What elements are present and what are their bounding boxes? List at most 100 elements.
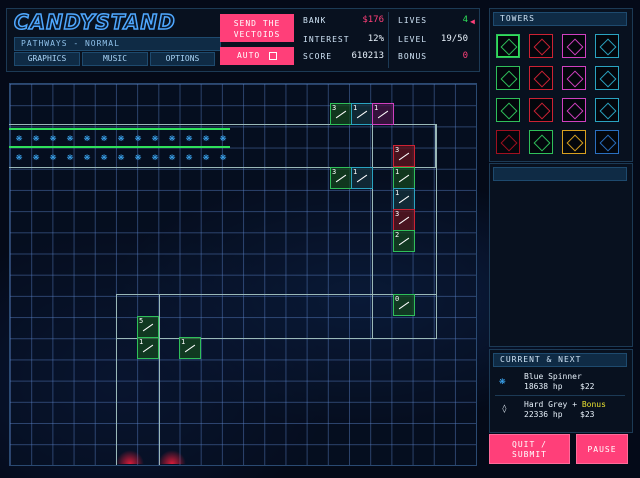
bank-value: $176 <box>362 15 384 25</box>
tower-barrel-icon <box>398 237 410 246</box>
cyan-splat-icon <box>599 134 617 152</box>
red-splash-icon <box>533 38 551 56</box>
tower-level-label: 0 <box>395 295 400 303</box>
cyan-disc-icon <box>599 38 617 56</box>
level-value: 19/50 <box>440 34 468 44</box>
bank-label: BANK <box>303 16 327 25</box>
current-enemy-hp: 18638 hp <box>524 382 563 391</box>
placed-tower-red[interactable]: 3 <box>393 145 415 167</box>
tower-level-label: 1 <box>139 338 144 346</box>
graphics-button[interactable]: GRAPHICS <box>14 52 80 66</box>
tower-level-label: 1 <box>395 168 400 176</box>
blue-spinner-enemy: ❋ <box>49 150 57 163</box>
placed-tower-magenta[interactable]: 1 <box>372 103 394 125</box>
quit-submit-button[interactable]: QUIT / SUBMIT <box>489 434 570 464</box>
placed-tower-green[interactable]: 5 <box>137 316 159 338</box>
lives-heart-icon: ◀ <box>470 17 475 26</box>
green-shot-icon <box>500 102 518 120</box>
tower-barrel-icon <box>356 110 368 119</box>
magenta-dart-icon <box>566 70 584 88</box>
score-value: 610213 <box>351 51 384 61</box>
tower-green-shot[interactable] <box>496 98 520 122</box>
placed-tower-green[interactable]: 0 <box>393 294 415 316</box>
tower-magenta-dart[interactable] <box>562 66 586 90</box>
tower-level-label: 1 <box>353 168 358 176</box>
tower-magenta-bars[interactable] <box>562 98 586 122</box>
blue-spinner-enemy: ❋ <box>83 150 91 163</box>
tower-barrel-icon <box>398 152 410 161</box>
quit-label: QUIT / <box>512 440 547 449</box>
send-vectoids-button[interactable]: SEND THE VECTOIDS <box>220 14 294 42</box>
blue-spinner-enemy: ❋ <box>100 150 108 163</box>
tower-green-laser[interactable] <box>496 34 520 58</box>
blue-spinner-enemy: ❋ <box>32 150 40 163</box>
blue-spinner-enemy: ❋ <box>168 131 176 144</box>
pause-button[interactable]: PAUSE <box>576 434 628 464</box>
next-enemy-hp: 22336 hp <box>524 410 563 419</box>
red-blob-icon <box>500 134 518 152</box>
tower-cyan-splat[interactable] <box>595 130 619 154</box>
tower-barrel-icon <box>398 174 410 183</box>
blue-spinner-enemy: ❋ <box>151 150 159 163</box>
tower-red-dart[interactable] <box>529 66 553 90</box>
candystand-logo[interactable]: CANDYSTAND <box>13 9 214 35</box>
blue-spinner-icon: ❋ <box>499 374 506 387</box>
placed-tower-green[interactable]: 3 <box>330 167 352 189</box>
tower-green-star[interactable] <box>529 130 553 154</box>
interest-value: 12% <box>367 34 384 44</box>
blue-spinner-enemy: ❋ <box>83 131 91 144</box>
next-enemy-reward: $23 <box>580 410 595 419</box>
lives-value: 4 <box>462 15 468 25</box>
tower-cyan-orb[interactable] <box>595 98 619 122</box>
tower-barrel-icon <box>356 174 368 183</box>
tower-magenta-beam[interactable] <box>562 34 586 58</box>
blue-spinner-enemy: ❋ <box>202 131 210 144</box>
music-button[interactable]: MUSIC <box>82 52 148 66</box>
current-enemy-name: Blue Spinner <box>524 372 582 381</box>
placed-tower-red[interactable]: 3 <box>393 209 415 231</box>
tower-info-title <box>493 167 627 181</box>
green-star-icon <box>533 134 551 152</box>
placed-tower-cyan[interactable]: 1 <box>351 167 373 189</box>
tower-level-label: 3 <box>332 104 337 112</box>
tower-cyan-disc[interactable] <box>595 34 619 58</box>
placed-tower-cyan[interactable]: 1 <box>351 103 373 125</box>
blue-spinner-enemy: ❋ <box>219 150 227 163</box>
gold-dollar-icon <box>566 134 584 152</box>
placed-tower-green[interactable]: 3 <box>330 103 352 125</box>
lives-label: LIVES <box>398 16 428 25</box>
blue-spinner-enemy: ❋ <box>15 150 23 163</box>
tower-barrel-icon <box>142 323 154 332</box>
enemy-queue: ❋ ❋ ❋ ❋ ❋ ❋ ❋ ❋ ❋ ❋ ❋ ❋ ❋ ❋ ❋ ❋ ❋ ❋ ❋ ❋ ❋ ❋ ❋ ❋ ❋ ❋ <box>9 128 230 164</box>
placed-tower-green[interactable]: 2 <box>393 230 415 252</box>
tower-barrel-icon <box>377 110 389 119</box>
tower-gold-dollar[interactable] <box>562 130 586 154</box>
submit-label: SUBMIT <box>512 450 547 459</box>
placed-tower-cyan[interactable]: 1 <box>393 188 415 210</box>
next-enemy-plus: + <box>572 400 578 409</box>
tower-red-blob[interactable] <box>496 130 520 154</box>
options-button[interactable]: OPTIONS <box>150 52 215 66</box>
tower-barrel-icon <box>398 216 410 225</box>
logo-text: CANDYSTAND <box>13 9 176 35</box>
auto-checkbox-icon[interactable] <box>269 51 278 60</box>
tower-red-splash[interactable] <box>529 34 553 58</box>
tower-barrel-icon <box>335 174 347 183</box>
pathways-label: PATHWAYS - NORMAL <box>14 37 221 51</box>
tower-grid <box>496 34 626 154</box>
tower-level-label: 3 <box>395 146 400 154</box>
placed-tower-green[interactable]: 1 <box>179 337 201 359</box>
cyan-grid-icon <box>599 70 617 88</box>
tower-barrel-icon <box>335 110 347 119</box>
hard-grey-icon: ◊ <box>502 404 507 413</box>
tower-level-label: 3 <box>332 168 337 176</box>
tower-barrel-icon <box>398 195 410 204</box>
magenta-beam-icon <box>566 38 584 56</box>
tower-level-label: 2 <box>395 231 400 239</box>
placed-tower-green[interactable]: 1 <box>137 337 159 359</box>
placed-tower-green[interactable]: 1 <box>393 167 415 189</box>
tower-cyan-grid[interactable] <box>595 66 619 90</box>
auto-button[interactable]: AUTO <box>220 47 294 65</box>
tower-green-dart[interactable] <box>496 66 520 90</box>
tower-red-box[interactable] <box>529 98 553 122</box>
